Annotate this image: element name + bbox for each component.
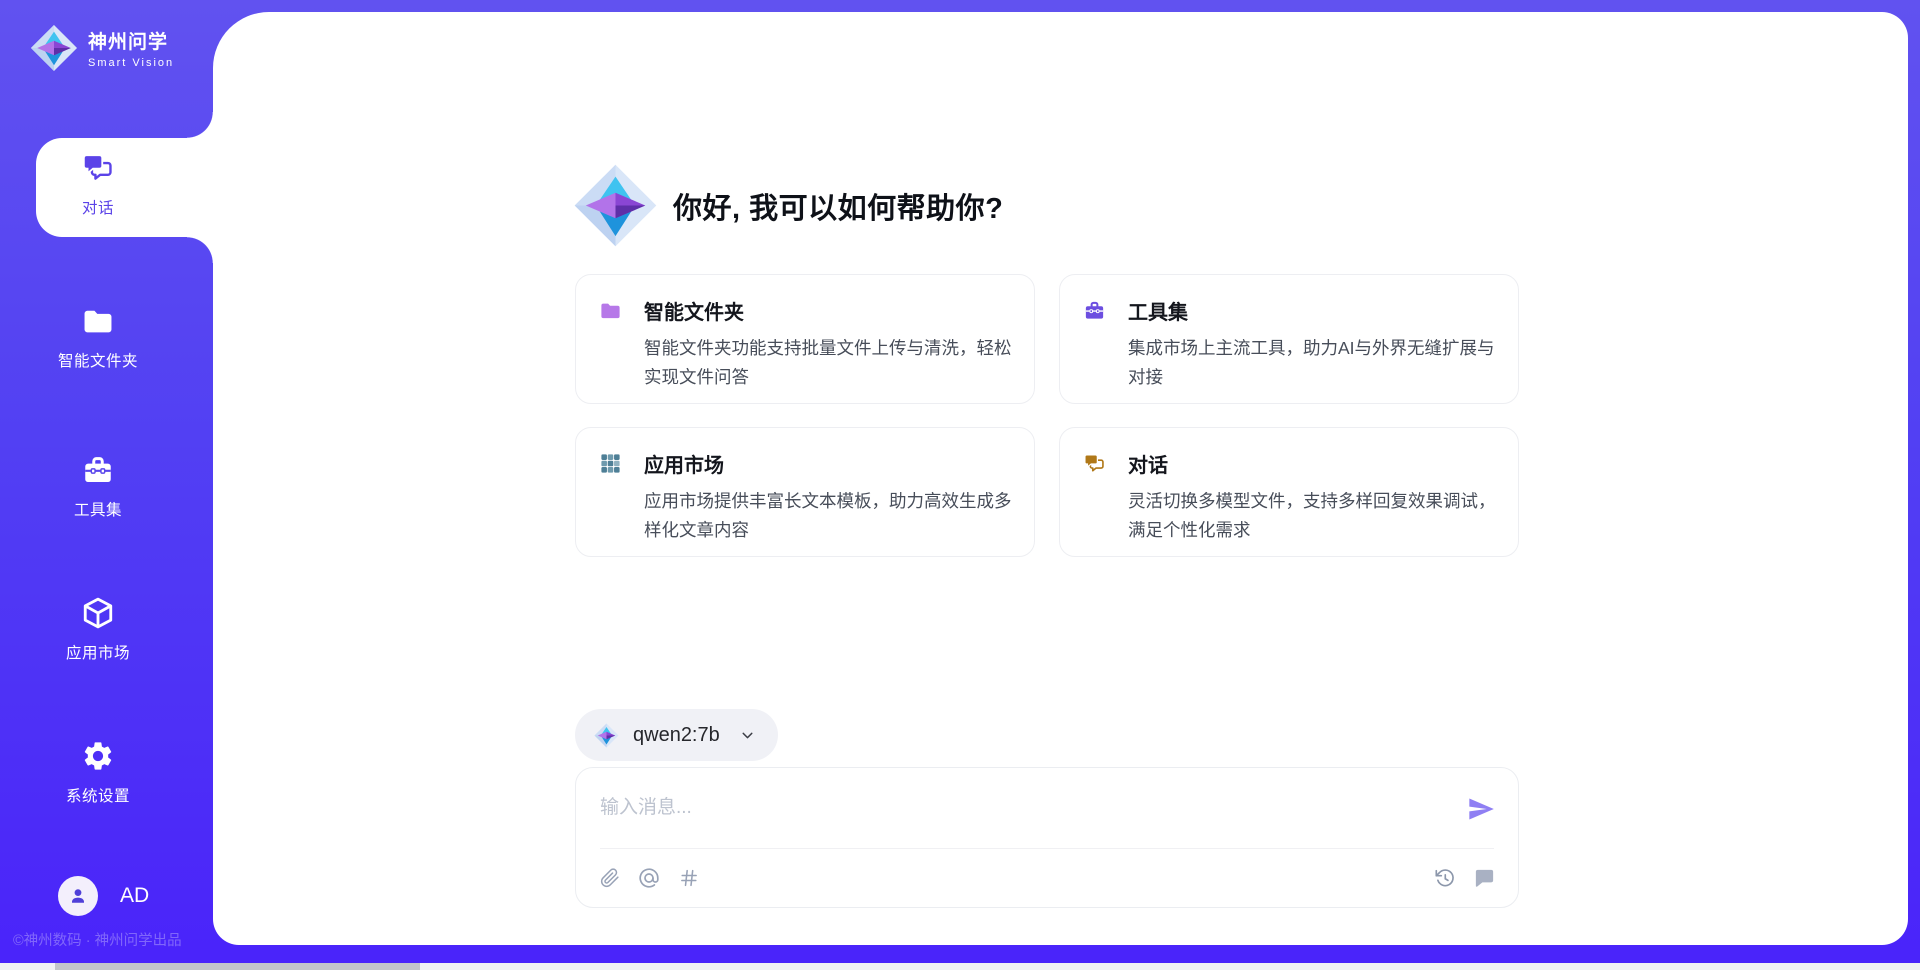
at-icon[interactable] — [637, 866, 661, 890]
gem-diamond-icon — [573, 163, 658, 248]
chevron-down-icon — [739, 727, 756, 744]
paperclip-icon[interactable] — [600, 868, 620, 888]
card-description: 集成市场上主流工具，助力AI与外界无缝扩展与对接 — [1128, 334, 1496, 392]
app-logo-icon — [30, 24, 78, 72]
sidebar-item-label: 系统设置 — [66, 784, 130, 806]
sidebar-item-settings[interactable]: 系统设置 — [0, 739, 196, 806]
sidebar-item-chat[interactable]: 对话 — [0, 151, 196, 218]
paper-plane-icon — [1467, 795, 1495, 823]
avatar — [58, 876, 98, 916]
gear-icon — [81, 739, 115, 773]
cube-icon — [81, 596, 115, 630]
sidebar-item-label: 应用市场 — [66, 641, 130, 663]
sidebar-item-label: 工具集 — [74, 498, 122, 520]
greeting: 你好, 我可以如何帮助你? — [573, 163, 1003, 248]
history-icon[interactable] — [1434, 867, 1456, 889]
card-title: 工具集 — [1128, 296, 1188, 325]
sidebar-item-toolset[interactable]: 工具集 — [0, 453, 196, 520]
model-name: qwen2:7b — [633, 724, 720, 747]
app-name: 神州问学 — [88, 27, 174, 54]
card-title: 应用市场 — [644, 449, 724, 478]
send-button[interactable] — [1467, 795, 1495, 823]
app-logo: 神州问学 Smart Vision — [30, 24, 174, 72]
sidebar-item-smart-folder[interactable]: 智能文件夹 — [0, 304, 196, 371]
card-description: 应用市场提供丰富长文本模板，助力高效生成多样化文章内容 — [644, 487, 1012, 545]
sidebar-item-label: 对话 — [82, 196, 114, 218]
greeting-text: 你好, 我可以如何帮助你? — [673, 185, 1003, 227]
briefcase-icon — [1083, 299, 1106, 322]
folder-icon — [599, 299, 622, 322]
card-title: 对话 — [1128, 449, 1168, 478]
copyright-text: ©神州数码 · 神州问学出品 — [13, 929, 182, 950]
gem-diamond-icon — [594, 723, 619, 748]
card-title: 智能文件夹 — [644, 296, 744, 325]
folder-icon — [81, 304, 115, 338]
chat-bubble-icon[interactable] — [1473, 867, 1496, 890]
card-smart-folder[interactable]: 智能文件夹 智能文件夹功能支持批量文件上传与清洗，轻松实现文件问答 — [575, 274, 1035, 404]
chat-bubbles-icon — [1083, 452, 1106, 475]
scrollbar-thumb[interactable] — [55, 963, 420, 970]
card-toolset[interactable]: 工具集 集成市场上主流工具，助力AI与外界无缝扩展与对接 — [1059, 274, 1519, 404]
user-profile[interactable]: AD — [58, 876, 149, 916]
horizontal-scrollbar[interactable] — [0, 963, 1920, 970]
chat-bubbles-icon — [81, 151, 115, 185]
sidebar: 神州问学 Smart Vision 对话 智能文件夹 工具集 应用市场 — [0, 0, 213, 970]
grid-cube-icon — [599, 452, 622, 475]
sidebar-item-label: 智能文件夹 — [58, 349, 138, 371]
hash-icon[interactable] — [678, 867, 700, 889]
composer — [575, 767, 1519, 908]
card-description: 智能文件夹功能支持批量文件上传与清洗，轻松实现文件问答 — [644, 334, 1012, 392]
main-panel: 你好, 我可以如何帮助你? 智能文件夹 智能文件夹功能支持批量文件上传与清洗，轻… — [213, 12, 1908, 945]
card-description: 灵活切换多模型文件，支持多样回复效果调试，满足个性化需求 — [1128, 487, 1496, 545]
message-input[interactable] — [600, 792, 1420, 824]
user-initials: AD — [120, 884, 149, 908]
card-chat[interactable]: 对话 灵活切换多模型文件，支持多样回复效果调试，满足个性化需求 — [1059, 427, 1519, 557]
model-selector[interactable]: qwen2:7b — [575, 709, 778, 761]
card-app-market[interactable]: 应用市场 应用市场提供丰富长文本模板，助力高效生成多样化文章内容 — [575, 427, 1035, 557]
person-icon — [66, 884, 90, 908]
app-subtitle: Smart Vision — [88, 57, 174, 69]
briefcase-icon — [81, 453, 115, 487]
feature-cards: 智能文件夹 智能文件夹功能支持批量文件上传与清洗，轻松实现文件问答 工具集 集成… — [575, 274, 1519, 557]
sidebar-item-app-market[interactable]: 应用市场 — [0, 596, 196, 663]
